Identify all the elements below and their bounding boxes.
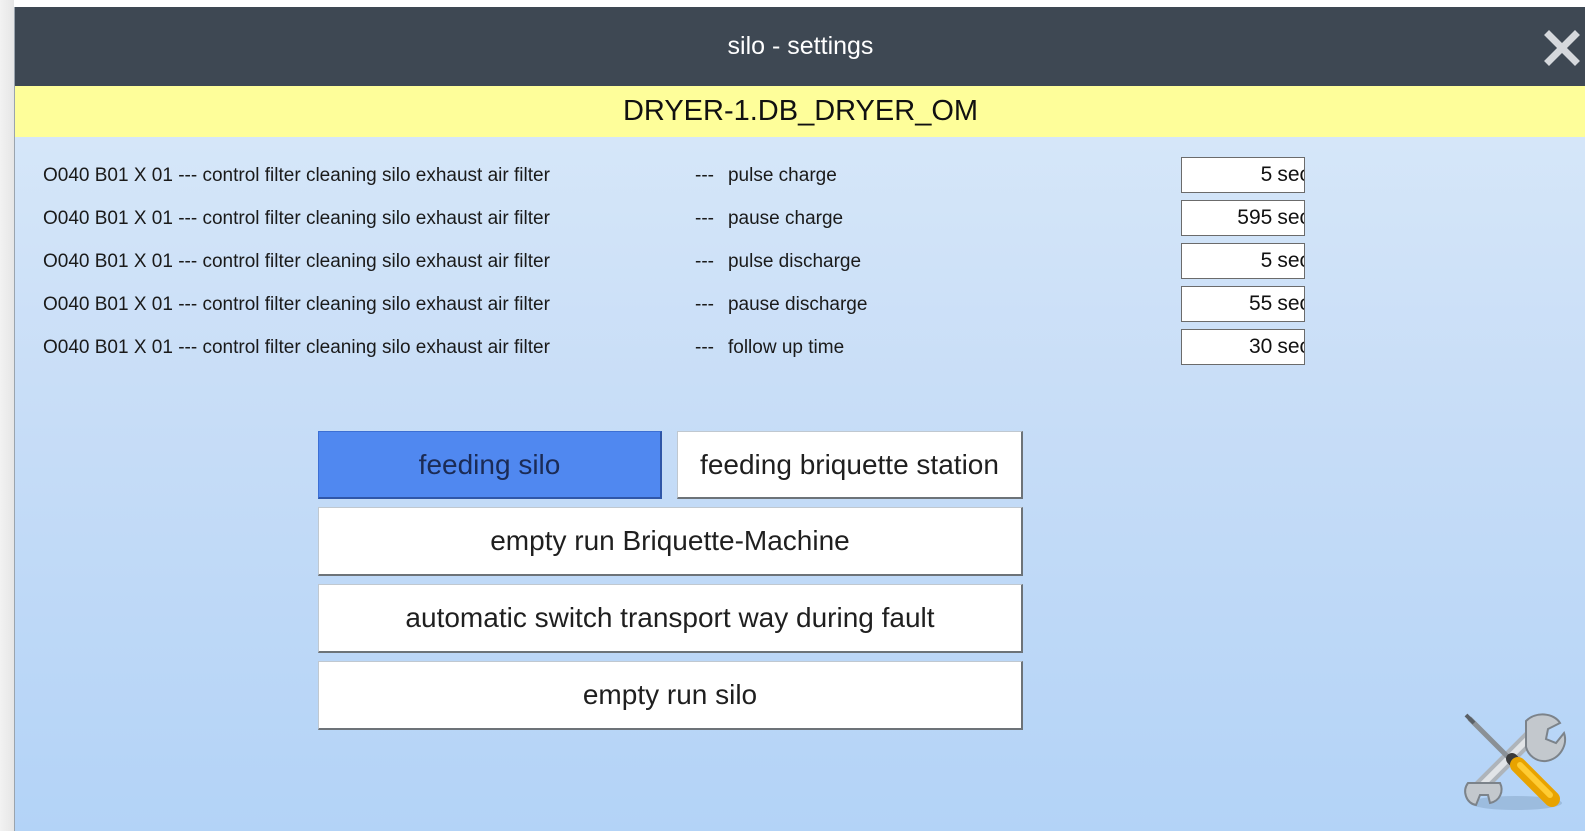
- feeding-briquette-station-button[interactable]: feeding briquette station: [677, 431, 1023, 499]
- pause-discharge-input[interactable]: 55sec: [1181, 286, 1305, 322]
- setting-row-pause-charge: O040 B01 X 01 --- control filter cleanin…: [15, 200, 1585, 238]
- pulse-charge-input[interactable]: 5sec: [1181, 157, 1305, 193]
- tools-button[interactable]: [1456, 699, 1572, 815]
- empty-run-briquette-machine-button[interactable]: empty run Briquette-Machine: [318, 507, 1023, 576]
- setting-description: O040 B01 X 01 --- control filter cleanin…: [43, 294, 550, 315]
- follow-up-time-input[interactable]: 30sec: [1181, 329, 1305, 365]
- setting-parameter: --- pulse charge: [695, 165, 837, 186]
- setting-description: O040 B01 X 01 --- control filter cleanin…: [43, 337, 550, 358]
- setting-parameter: --- follow up time: [695, 337, 845, 358]
- automatic-switch-transport-way-button[interactable]: automatic switch transport way during fa…: [318, 584, 1023, 653]
- setting-parameter: --- pause charge: [695, 208, 844, 229]
- close-icon: [1544, 30, 1580, 66]
- feeding-silo-button[interactable]: feeding silo: [318, 431, 662, 499]
- tools-icon: [1464, 713, 1566, 810]
- setting-description: O040 B01 X 01 --- control filter cleanin…: [43, 165, 550, 186]
- setting-row-pulse-discharge: O040 B01 X 01 --- control filter cleanin…: [15, 243, 1585, 281]
- window-title: silo - settings: [727, 32, 874, 60]
- background-edge: [0, 0, 14, 831]
- setting-parameter: --- pause discharge: [695, 294, 868, 315]
- title-bar: silo - settings: [15, 7, 1585, 86]
- setting-parameter: --- pulse discharge: [695, 251, 862, 272]
- setting-row-pause-discharge: O040 B01 X 01 --- control filter cleanin…: [15, 286, 1585, 324]
- setting-row-follow-up-time: O040 B01 X 01 --- control filter cleanin…: [15, 329, 1585, 367]
- data-block-name: DRYER-1.DB_DRYER_OM: [622, 95, 979, 127]
- silo-settings-window: silo - settings DRYER-1.DB_DRYER_OM O040…: [14, 7, 1585, 831]
- pause-charge-input[interactable]: 595sec: [1181, 200, 1305, 236]
- setting-description: O040 B01 X 01 --- control filter cleanin…: [43, 208, 550, 229]
- setting-row-pulse-charge: O040 B01 X 01 --- control filter cleanin…: [15, 157, 1585, 195]
- data-block-header: DRYER-1.DB_DRYER_OM: [15, 86, 1585, 137]
- pulse-discharge-input[interactable]: 5sec: [1181, 243, 1305, 279]
- empty-run-silo-button[interactable]: empty run silo: [318, 661, 1023, 730]
- setting-description: O040 B01 X 01 --- control filter cleanin…: [43, 251, 550, 272]
- close-button[interactable]: [1544, 30, 1580, 66]
